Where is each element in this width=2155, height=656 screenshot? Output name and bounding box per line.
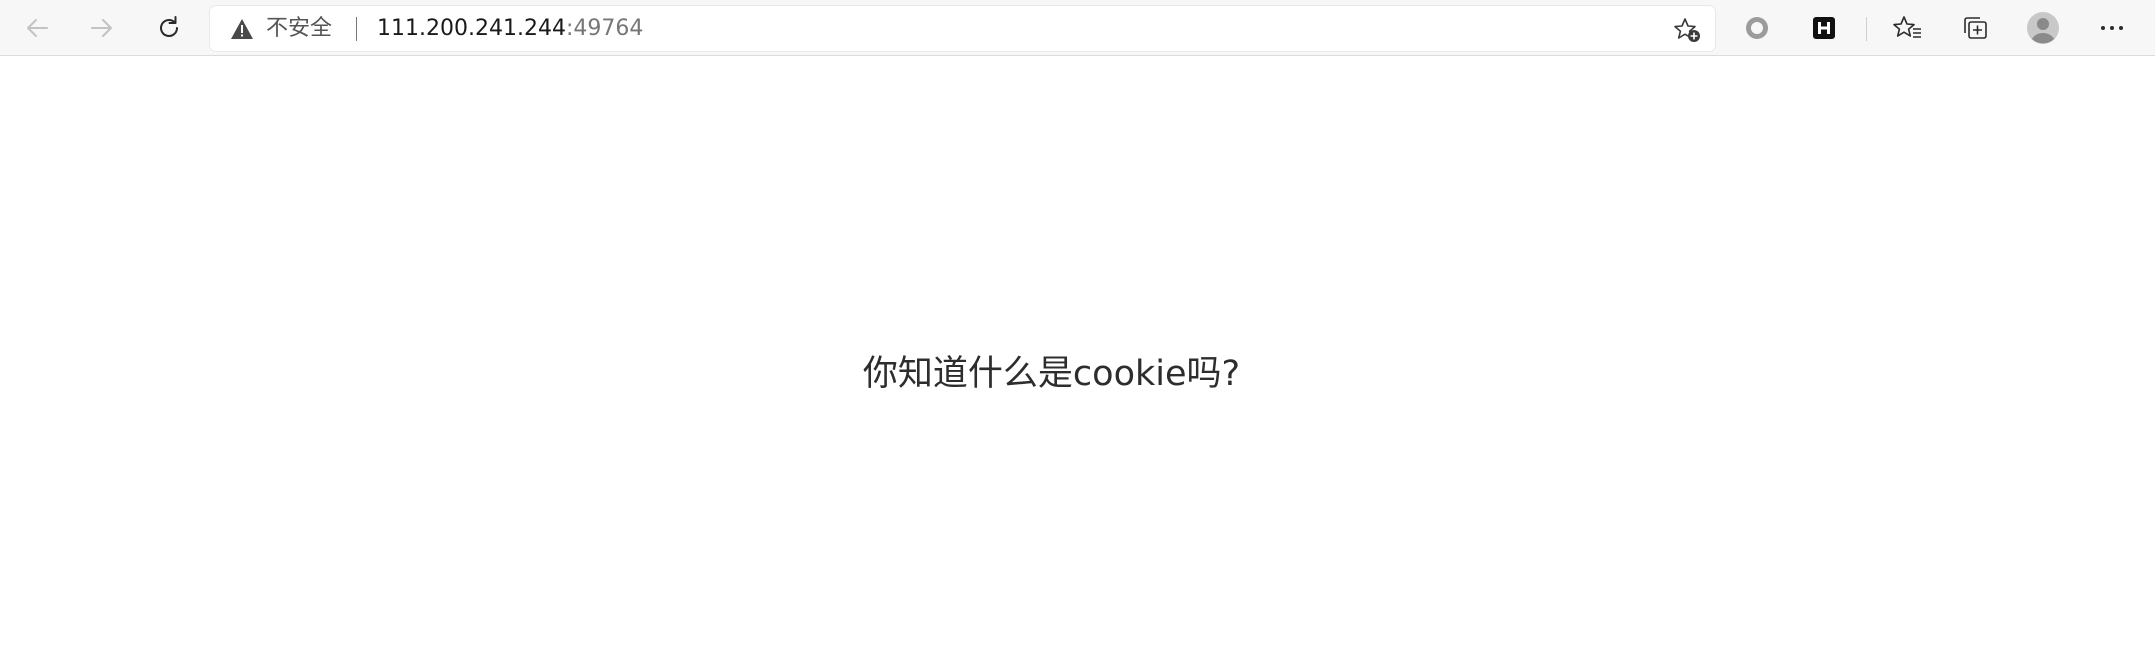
- url-port: :49764: [565, 16, 644, 41]
- favorites-button[interactable]: [1886, 6, 1930, 50]
- profile-button[interactable]: [2021, 6, 2065, 50]
- settings-more-button[interactable]: [2090, 6, 2134, 50]
- collections-button[interactable]: [1953, 6, 1997, 50]
- page-message: 你知道什么是cookie吗?: [862, 354, 1241, 394]
- refresh-icon: [160, 16, 178, 37]
- add-favorite-icon[interactable]: [1673, 17, 1701, 43]
- refresh-button[interactable]: [147, 6, 191, 50]
- h-extension-button[interactable]: [1802, 6, 1846, 50]
- security-status-label[interactable]: 不安全: [266, 18, 332, 40]
- circle-extension-icon: [1746, 17, 1768, 39]
- forward-button[interactable]: [80, 6, 124, 50]
- toolbar-divider: [1866, 17, 1867, 41]
- back-arrow-icon: [27, 19, 48, 37]
- address-bar[interactable]: 不安全 111.200.241.244:49764: [210, 6, 1715, 51]
- collections-icon: [1964, 17, 1987, 39]
- url-text[interactable]: 111.200.241.244:49764: [377, 18, 643, 40]
- browser-toolbar: 不安全 111.200.241.244:49764: [0, 0, 2155, 56]
- url-host: 111.200.241.244: [377, 16, 566, 41]
- h-extension-icon: [1813, 17, 1835, 39]
- extension-button[interactable]: [1735, 6, 1779, 50]
- forward-arrow-icon: [91, 19, 112, 37]
- warning-icon: [231, 19, 253, 39]
- favorites-icon: [1893, 16, 1921, 38]
- more-dots-icon: [2101, 26, 2123, 30]
- address-separator: [356, 17, 357, 41]
- page-content: 你知道什么是cookie吗?: [0, 56, 2155, 656]
- back-button[interactable]: [15, 6, 59, 50]
- avatar: [2027, 12, 2059, 44]
